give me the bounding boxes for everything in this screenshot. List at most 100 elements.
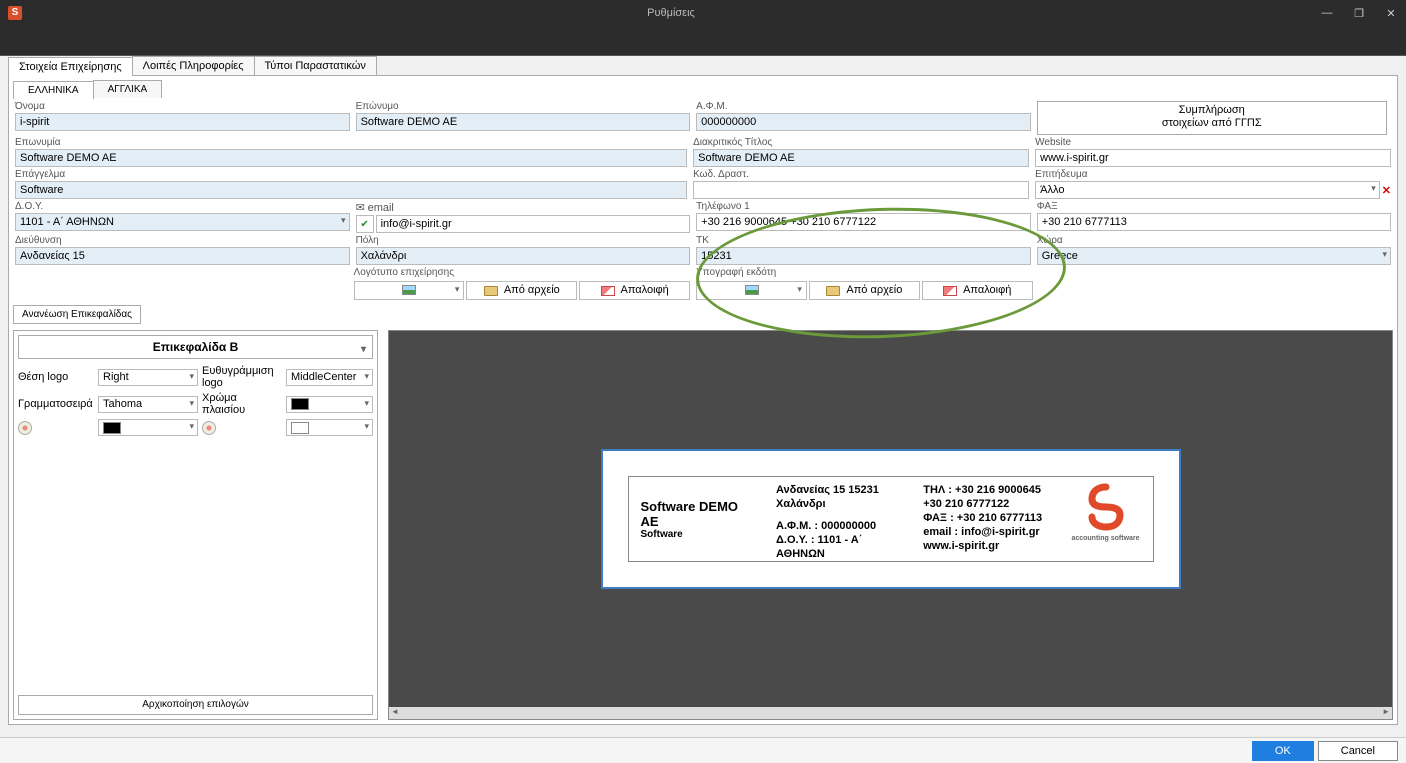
label-fax: ΦΑΞ — [1037, 201, 1391, 213]
company-panel: ΕΛΛΗΝΙΚΑ ΑΓΓΛΙΚΑ Όνομα Επώνυμο Α.Φ.Μ. Συ… — [8, 76, 1398, 725]
tab-english[interactable]: ΑΓΓΛΙΚΑ — [93, 80, 163, 98]
horizontal-scrollbar[interactable] — [389, 707, 1392, 719]
folder-icon — [826, 286, 840, 296]
document-preview: Software DEMO AE Software Ανδανείας 15 1… — [388, 330, 1393, 720]
preview-profession: Software — [641, 529, 759, 540]
label-dist-title: Διακριτικός Τίτλος — [693, 137, 1029, 149]
label-activity-code: Κωδ. Δραστ. — [693, 169, 1029, 181]
input-font[interactable] — [98, 396, 198, 413]
palette-icon[interactable] — [18, 421, 32, 435]
input-country[interactable] — [1037, 247, 1391, 265]
input-text-color[interactable] — [286, 419, 373, 436]
refresh-header-button[interactable]: Ανανέωση Επικεφαλίδας — [13, 305, 141, 324]
preview-doy: Δ.Ο.Υ. : 1101 - Α΄ ΑΘΗΝΩΝ — [776, 533, 905, 561]
label-tk: ΤΚ — [696, 235, 1031, 247]
lang-tabs: ΕΛΛΗΝΙΚΑ ΑΓΓΛΙΚΑ — [13, 80, 1393, 98]
preview-company-name: Software DEMO AE — [641, 499, 759, 529]
tab-other-info[interactable]: Λοιπές Πληροφορίες — [132, 56, 255, 75]
clear-epitideuma-icon[interactable]: ✕ — [1382, 184, 1391, 197]
input-name[interactable] — [15, 113, 350, 131]
label-surname: Επώνυμο — [356, 101, 691, 113]
signature-remove-button[interactable]: Απαλοιφή — [922, 281, 1033, 300]
main-tabs: Στοιχεία Επιχείρησης Λοιπές Πληροφορίες … — [8, 56, 1398, 76]
cancel-button[interactable]: Cancel — [1318, 741, 1398, 761]
preview-email: email : info@i-spirit.gr — [923, 525, 1052, 539]
minimize-button[interactable]: — — [1320, 7, 1334, 20]
label-website: Website — [1035, 137, 1391, 149]
input-address[interactable] — [15, 247, 350, 265]
input-email[interactable] — [376, 215, 691, 233]
input-logo-align[interactable] — [286, 369, 373, 386]
header-card: Software DEMO AE Software Ανδανείας 15 1… — [601, 449, 1181, 589]
preview-logo-caption: accounting software — [1071, 535, 1141, 542]
label-logo: Λογότυπο επιχείρησης — [354, 267, 691, 279]
input-city[interactable] — [356, 247, 691, 265]
label-company: Επωνυμία — [15, 137, 687, 149]
label-afm: Α.Φ.Μ. — [696, 101, 1031, 113]
input-tk[interactable] — [696, 247, 1031, 265]
reset-options-button[interactable]: Αρχικοποίηση επιλογών — [18, 695, 373, 715]
label-name: Όνομα — [15, 101, 350, 113]
preview-logo-icon — [1086, 483, 1126, 531]
eraser-icon — [601, 286, 615, 296]
logo-remove-button[interactable]: Απαλοιφή — [579, 281, 690, 300]
header-options-panel: Επικεφαλίδα B Θέση logo Ευθυγράμμιση log… — [13, 330, 378, 720]
envelope-icon: ✉ — [356, 202, 365, 214]
ribbon-bar — [0, 26, 1406, 56]
input-company[interactable] — [15, 149, 687, 167]
preview-afm: Α.Φ.Μ. : 000000000 — [776, 519, 905, 533]
signature-from-file-button[interactable]: Από αρχείο — [809, 281, 920, 300]
label-epitideuma: Επιτήδευμα — [1035, 169, 1391, 181]
email-check-icon[interactable]: ✔ — [356, 215, 374, 233]
label-frame-color: Χρώμα πλαισίου — [202, 392, 282, 416]
color-chip-white — [291, 422, 309, 434]
label-logo-align: Ευθυγράμμιση logo — [202, 365, 282, 389]
eraser-icon — [943, 286, 957, 296]
preview-web: www.i-spirit.gr — [923, 539, 1052, 553]
preview-address1: Ανδανείας 15 15231 — [776, 483, 905, 497]
tab-doc-types[interactable]: Τύποι Παραστατικών — [254, 56, 377, 75]
color-chip-black — [291, 398, 309, 410]
preview-fax: ΦΑΞ : +30 210 6777113 — [923, 511, 1052, 525]
input-fax[interactable] — [1037, 213, 1391, 231]
input-logo-position[interactable] — [98, 369, 198, 386]
dialog-footer: OK Cancel — [0, 737, 1406, 763]
logo-from-file-button[interactable]: Από αρχείο — [466, 281, 577, 300]
picture-icon — [402, 285, 416, 295]
input-activity-code[interactable] — [693, 181, 1029, 199]
window-title: Ρυθμίσεις — [22, 7, 1320, 19]
picture-icon — [745, 285, 759, 295]
input-doy[interactable] — [15, 213, 350, 231]
input-website[interactable] — [1035, 149, 1391, 167]
app-logo: S — [8, 6, 22, 20]
titlebar: S Ρυθμίσεις — ❐ ✕ — [0, 0, 1406, 26]
input-surname[interactable] — [356, 113, 691, 131]
maximize-button[interactable]: ❐ — [1352, 7, 1366, 20]
input-epitideuma[interactable] — [1035, 181, 1380, 199]
label-signature: Υπογραφή εκδότη — [696, 267, 1033, 279]
gsis-line2: στοιχείων από ΓΓΠΣ — [1038, 117, 1386, 130]
input-profession[interactable] — [15, 181, 687, 199]
logo-preview-dropdown[interactable] — [354, 281, 465, 300]
label-email: ✉ email — [356, 201, 691, 215]
preview-address2: Χαλάνδρι — [776, 497, 905, 511]
gsis-line1: Συμπλήρωση — [1038, 104, 1386, 117]
label-city: Πόλη — [356, 235, 691, 247]
input-bg-color[interactable] — [98, 419, 198, 436]
label-doy: Δ.Ο.Υ. — [15, 201, 350, 213]
label-profession: Επάγγελμα — [15, 169, 687, 181]
input-dist-title[interactable] — [693, 149, 1029, 167]
header-style-dropdown[interactable]: Επικεφαλίδα B — [18, 335, 373, 359]
palette-icon[interactable] — [202, 421, 216, 435]
input-phone1[interactable] — [696, 213, 1031, 231]
gsis-fill-button[interactable]: Συμπλήρωση στοιχείων από ΓΓΠΣ — [1037, 101, 1387, 135]
input-frame-color[interactable] — [286, 396, 373, 413]
signature-preview-dropdown[interactable] — [696, 281, 807, 300]
tab-greek[interactable]: ΕΛΛΗΝΙΚΑ — [13, 81, 94, 99]
color-chip-black — [103, 422, 121, 434]
tab-company-info[interactable]: Στοιχεία Επιχείρησης — [8, 57, 133, 76]
input-afm[interactable] — [696, 113, 1031, 131]
ok-button[interactable]: OK — [1252, 741, 1314, 761]
label-address: Διεύθυνση — [15, 235, 350, 247]
close-button[interactable]: ✕ — [1384, 7, 1398, 20]
